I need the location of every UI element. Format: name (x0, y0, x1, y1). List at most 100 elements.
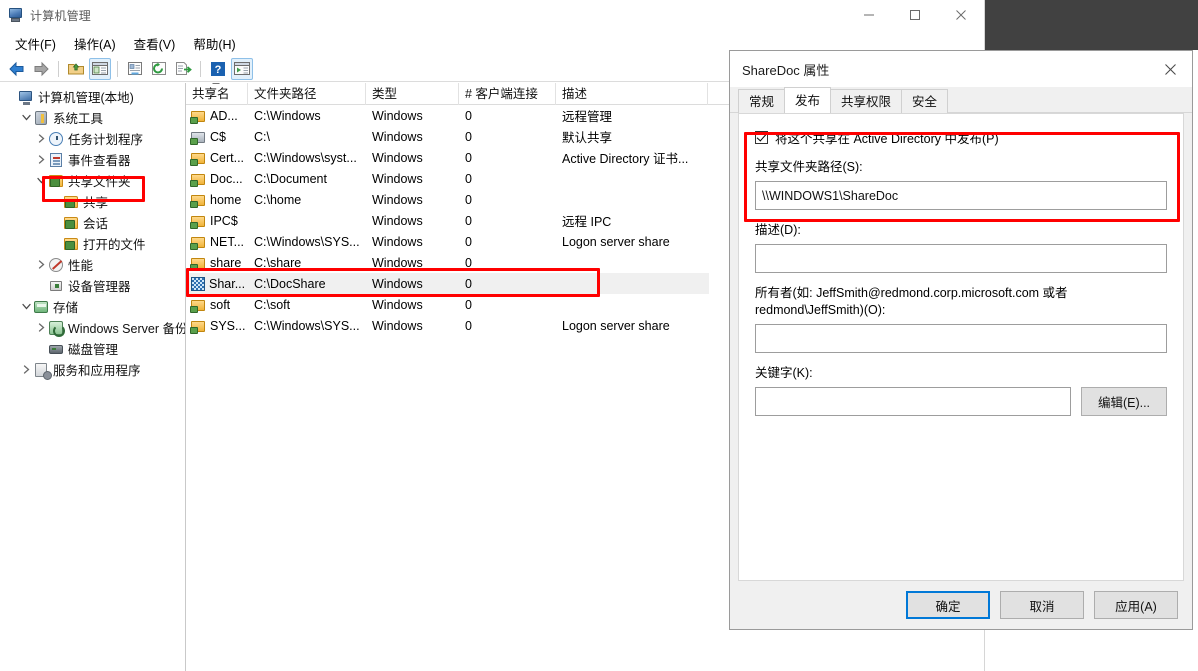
share-path-label: 共享文件夹路径(S): (755, 160, 863, 174)
menu-action[interactable]: 操作(A) (65, 31, 125, 56)
shared-folder-icon (48, 173, 64, 189)
dialog-tabs[interactable]: 常规 发布 共享权限 安全 (730, 87, 1192, 113)
chevron-down-icon[interactable] (19, 113, 33, 122)
window-title: 计算机管理 (30, 8, 92, 23)
tree-item-disk-management[interactable]: 磁盘管理 (0, 338, 185, 359)
show-action-pane-icon[interactable] (231, 57, 253, 80)
column-folder-path[interactable]: 文件夹路径 (248, 83, 366, 105)
column-description-label: 描述 (562, 86, 588, 101)
services-icon (33, 362, 52, 380)
cell-client-connections: 0 (465, 255, 472, 270)
cell-client-connections: 0 (465, 129, 472, 144)
tree-item-device-manager[interactable]: 设备管理器 (0, 275, 185, 296)
tab-general[interactable]: 常规 (738, 89, 786, 113)
chevron-down-icon[interactable] (34, 176, 48, 185)
ok-button[interactable]: 确定 (906, 591, 990, 619)
dialog-close-icon[interactable] (1148, 51, 1192, 87)
chevron-right-icon[interactable] (34, 155, 48, 164)
cell-client-connections: 0 (465, 297, 472, 312)
cell-folder-path: C:\share (254, 255, 302, 270)
tree-item-services-and-apps-label: 服务和应用程序 (53, 364, 141, 378)
export-list-icon[interactable] (172, 58, 194, 80)
share-path-input[interactable]: \\WINDOWS1\ShareDoc (755, 181, 1167, 210)
cell-client-connections: 0 (465, 171, 472, 186)
refresh-icon[interactable] (148, 58, 170, 80)
forward-icon[interactable] (30, 58, 52, 80)
edit-keywords-button[interactable]: 编辑(E)... (1081, 387, 1167, 416)
chevron-right-icon[interactable] (34, 260, 48, 269)
cell-client-connections: 0 (465, 192, 472, 207)
tree-item-shares-label: 共享 (83, 196, 109, 210)
tree-item-computer-management[interactable]: 计算机管理(本地) (0, 86, 185, 107)
close-icon[interactable] (938, 0, 984, 30)
chevron-down-icon[interactable] (19, 302, 33, 311)
toolbar-separator-2 (117, 60, 118, 77)
show-tree-icon[interactable] (89, 57, 111, 80)
tab-security[interactable]: 安全 (901, 89, 949, 113)
column-share-name[interactable]: 共享名 (186, 83, 248, 105)
table-row[interactable]: Shar... C:\DocShare Windows 0 (186, 273, 709, 294)
tree-item-windows-server-backup[interactable]: Windows Server 备份 (0, 317, 185, 338)
cell-type: Windows (372, 171, 423, 186)
tree-item-storage[interactable]: 存储 (0, 296, 185, 317)
cell-share-name: Doc... (186, 171, 248, 187)
tab-share-permissions[interactable]: 共享权限 (830, 89, 903, 113)
menu-file[interactable]: 文件(F) (6, 31, 65, 56)
tools-icon (33, 110, 49, 126)
backup-icon (48, 320, 65, 337)
desktop-backdrop (985, 0, 1198, 50)
cell-type: Windows (372, 213, 423, 228)
share-name-text: Cert... (210, 150, 245, 165)
publish-in-ad-checkbox-row[interactable]: 将这个共享在 Active Directory 中发布(P) (755, 128, 1167, 147)
share-name-text: SYS... (210, 318, 246, 333)
chevron-right-icon[interactable] (34, 323, 48, 332)
description-label: 描述(D): (755, 223, 801, 237)
toolbar-separator-3 (200, 60, 201, 77)
share-icon (190, 234, 206, 250)
column-type[interactable]: 类型 (366, 83, 459, 105)
column-type-label: 类型 (372, 86, 398, 101)
cell-type: Windows (372, 150, 423, 165)
chevron-right-icon[interactable] (34, 134, 48, 143)
column-description[interactable]: 描述 (556, 83, 708, 105)
tree-item-services-and-apps[interactable]: 服务和应用程序 (0, 359, 185, 380)
share-name-text: soft (210, 297, 231, 312)
menu-help[interactable]: 帮助(H) (184, 31, 244, 56)
tree-item-shares[interactable]: 共享 (0, 191, 185, 212)
tree-item-task-scheduler[interactable]: 任务计划程序 (0, 128, 185, 149)
owner-input[interactable] (755, 324, 1167, 353)
menu-view[interactable]: 查看(V) (125, 31, 185, 56)
properties-icon[interactable] (124, 58, 146, 80)
back-icon[interactable] (6, 58, 28, 80)
cell-folder-path: C:\home (254, 192, 302, 207)
disk-management-icon (48, 341, 64, 357)
tree-item-system-tools[interactable]: 系统工具 (0, 107, 185, 128)
description-input[interactable] (755, 244, 1167, 273)
up-folder-icon[interactable] (65, 58, 87, 80)
console-tree[interactable]: 计算机管理(本地) 系统工具 任务计划程序 事件查看器 共享文件夹共享会话 打开的文件 性能… (0, 83, 186, 671)
tree-item-shared-folders[interactable]: 共享文件夹 (0, 170, 185, 191)
window-titlebar: 计算机管理 (0, 0, 984, 30)
share-name-text: Doc... (210, 171, 243, 186)
publish-in-ad-checkbox[interactable] (755, 131, 768, 144)
keyword-input[interactable] (755, 387, 1071, 416)
tab-publish[interactable]: 发布 (784, 87, 832, 113)
column-client-connections[interactable]: # 客户端连接 (459, 83, 556, 105)
maximize-icon[interactable] (892, 0, 938, 30)
tree-item-open-files[interactable]: 打开的文件 (0, 233, 185, 254)
cancel-button[interactable]: 取消 (1000, 591, 1084, 619)
cell-share-name: NET... (186, 234, 248, 250)
column-folder-path-label: 文件夹路径 (254, 86, 317, 101)
help-icon[interactable]: ? (207, 58, 229, 80)
keyword-label: 关键字(K): (755, 366, 813, 380)
apply-button[interactable]: 应用(A) (1094, 591, 1178, 619)
tree-item-event-viewer[interactable]: 事件查看器 (0, 149, 185, 170)
chevron-right-icon[interactable] (19, 365, 33, 374)
cell-type: Windows (372, 234, 423, 249)
cell-folder-path: C:\Windows\SYS... (254, 234, 360, 249)
tree-item-performance[interactable]: 性能 (0, 254, 185, 275)
minimize-icon[interactable] (846, 0, 892, 30)
cell-share-name: share (186, 255, 248, 271)
tree-item-sessions[interactable]: 会话 (0, 212, 185, 233)
cell-folder-path: C:\soft (254, 297, 291, 312)
